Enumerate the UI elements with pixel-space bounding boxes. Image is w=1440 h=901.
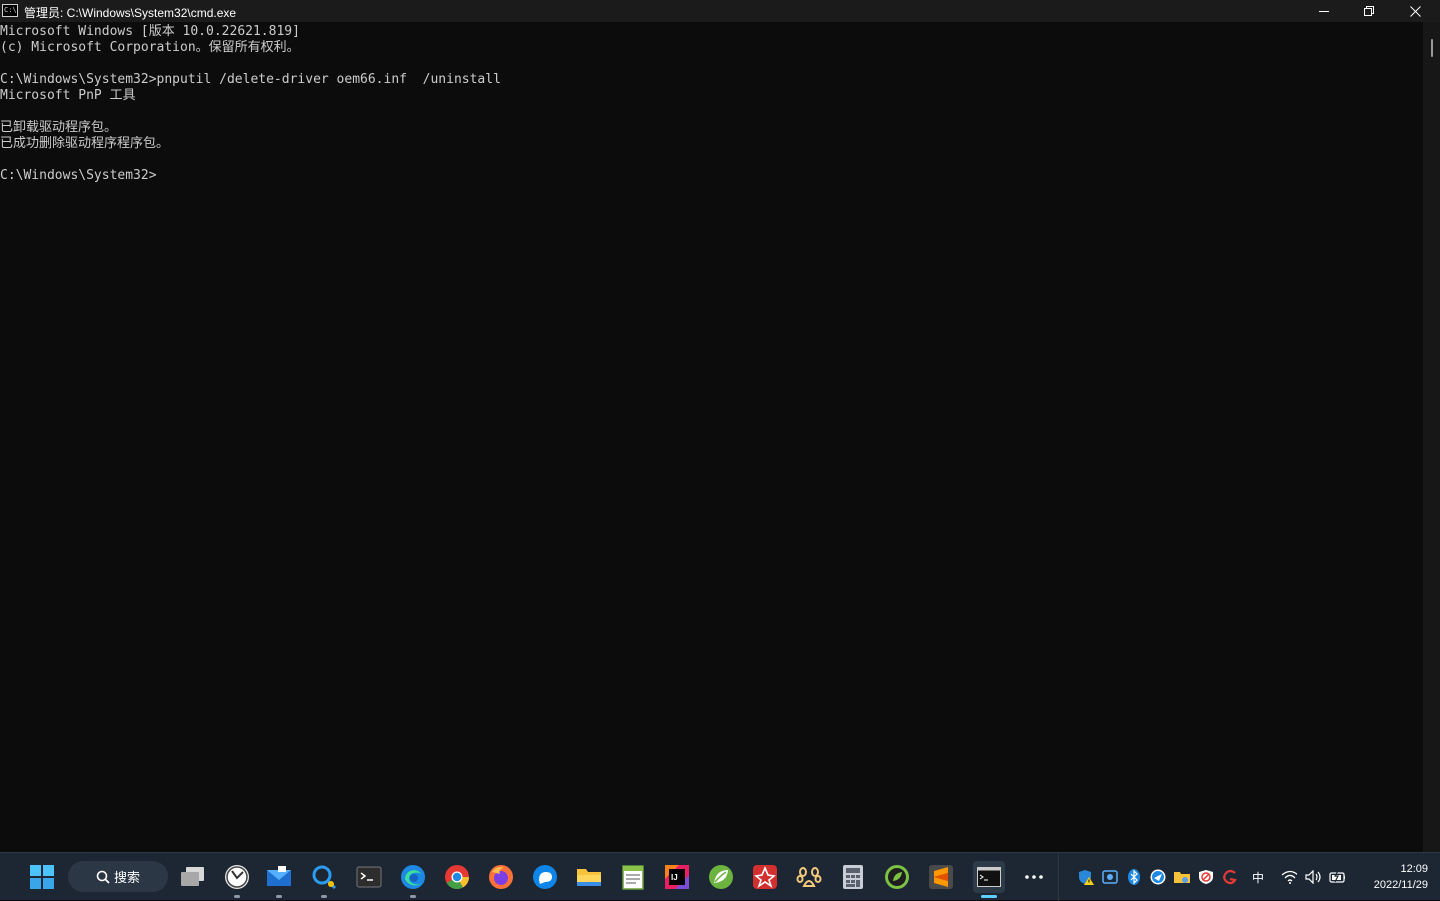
chrome-browser-icon: [445, 865, 469, 890]
chat-app-icon: [533, 865, 557, 889]
taskbar-app-chat[interactable]: [529, 861, 561, 893]
notepad-icon: [622, 865, 644, 890]
taskbar-app-red[interactable]: [749, 861, 781, 893]
tray-clock[interactable]: 12:09 2022/11/29: [1348, 861, 1428, 893]
restore-icon: [1364, 6, 1374, 16]
minimize-icon: [1319, 11, 1329, 12]
close-icon: [1409, 5, 1421, 17]
windows-logo-icon: [30, 865, 54, 889]
tray-defender[interactable]: [1078, 869, 1094, 885]
tray-security[interactable]: [1198, 869, 1214, 885]
tray-screen-capture[interactable]: [1102, 869, 1118, 885]
taskbar-overflow-button[interactable]: [1018, 861, 1050, 893]
screenshot-icon: [1102, 870, 1118, 884]
mail-icon: [267, 866, 291, 886]
svg-text:IJ: IJ: [671, 873, 678, 882]
firefox-browser-icon: [489, 865, 513, 889]
search-label: 搜索: [114, 871, 141, 886]
tray-ime[interactable]: 中: [1250, 869, 1266, 885]
taskbar-search[interactable]: 搜索: [68, 861, 168, 892]
taskbar-app-search-tool[interactable]: [308, 861, 340, 898]
sublime-icon: [929, 865, 953, 889]
taskbar: 搜索 IJ 中 12:09 2022/11/29: [0, 852, 1440, 901]
clock-icon: [225, 865, 249, 889]
security-shield-icon: [1199, 870, 1213, 884]
taskbar-app-firefox[interactable]: [485, 861, 517, 893]
minimize-button[interactable]: [1301, 0, 1347, 22]
green-circle-icon: [885, 865, 909, 889]
console-scrollbar[interactable]: [1423, 22, 1440, 852]
clock-date: 2022/11/29: [1373, 879, 1428, 891]
tray-app-red[interactable]: [1222, 869, 1238, 885]
taskbar-app-baidu-netdisk[interactable]: [793, 861, 825, 893]
taskbar-app-sublime-text[interactable]: [925, 861, 957, 893]
tray-wifi[interactable]: [1281, 869, 1297, 885]
console-output[interactable]: Microsoft Windows [版本 10.0.22621.819] (c…: [0, 24, 1423, 852]
taskbar-app-terminal[interactable]: [353, 861, 385, 893]
wifi-icon: [1281, 870, 1297, 884]
taskbar-app-intellij[interactable]: IJ: [661, 861, 693, 893]
red-swirl-icon: [1223, 869, 1237, 885]
red-app-icon: [753, 865, 777, 889]
restore-button[interactable]: [1346, 0, 1392, 22]
intellij-icon: IJ: [665, 865, 689, 889]
calculator-icon: [843, 865, 863, 889]
console-line: Microsoft Windows [版本 10.0.22621.819]: [0, 24, 300, 39]
ime-label: 中: [1251, 870, 1264, 885]
console-line: (c) Microsoft Corporation。保留所有权利。: [0, 40, 300, 55]
taskbar-app-file-explorer[interactable]: [573, 861, 605, 893]
shield-warning-icon: [1079, 870, 1094, 885]
leaf-app-icon: [709, 865, 733, 889]
close-button[interactable]: [1392, 0, 1438, 22]
bluetooth-icon: [1128, 869, 1140, 885]
tray-bluetooth[interactable]: [1126, 869, 1142, 885]
clock-time: 12:09: [1400, 863, 1428, 875]
console-line: 已成功删除驱动程序程序包。: [0, 136, 170, 151]
tray-volume[interactable]: [1305, 869, 1321, 885]
magnifier-app-icon: [312, 865, 337, 890]
folder-icon: [577, 869, 601, 886]
start-button[interactable]: [26, 861, 58, 893]
taskbar-app-notepad-plus[interactable]: [617, 861, 649, 893]
battery-charging-icon: [1329, 870, 1345, 883]
console-line: 已卸载驱动程序包。: [0, 120, 118, 135]
console-line: Microsoft PnP 工具: [0, 88, 136, 103]
search-icon: [96, 870, 110, 884]
cmd-icon: [977, 867, 1001, 887]
taskbar-app-cmd[interactable]: [973, 861, 1005, 898]
tray-app-folder[interactable]: [1174, 869, 1190, 885]
console-line: C:\Windows\System32>pnputil /delete-driv…: [0, 72, 501, 87]
edge-browser-icon: [401, 865, 425, 889]
task-view-icon: [181, 867, 204, 886]
speaker-icon: [1305, 870, 1321, 884]
yellow-folder-icon: [1174, 872, 1190, 883]
taskbar-app-green-circle[interactable]: [881, 861, 913, 893]
taskbar-app-edge[interactable]: [397, 861, 429, 898]
more-icon: [1025, 875, 1043, 879]
window-title: 管理员: C:\Windows\System32\cmd.exe: [24, 6, 237, 20]
console-prompt[interactable]: C:\Windows\System32>: [0, 168, 1423, 184]
window-titlebar[interactable]: C:\ 管理员: C:\Windows\System32\cmd.exe: [0, 0, 1440, 22]
tray-battery[interactable]: [1329, 869, 1345, 885]
scrollbar-thumb[interactable]: [1431, 39, 1433, 57]
tray-app-blue[interactable]: [1150, 869, 1166, 885]
taskbar-divider: [1058, 853, 1059, 901]
taskbar-app-mail[interactable]: [263, 861, 295, 898]
taskbar-app-leaf[interactable]: [705, 861, 737, 893]
taskbar-app-clock[interactable]: [221, 861, 253, 898]
taskbar-app-task-view[interactable]: [177, 861, 209, 893]
taskbar-app-chrome[interactable]: [441, 861, 473, 893]
taskbar-app-calculator[interactable]: [837, 861, 869, 893]
blue-bubble-icon: [1150, 869, 1166, 885]
cmd-app-icon: C:\: [2, 4, 18, 17]
terminal-icon: [356, 866, 382, 888]
paw-icon: [796, 867, 822, 887]
